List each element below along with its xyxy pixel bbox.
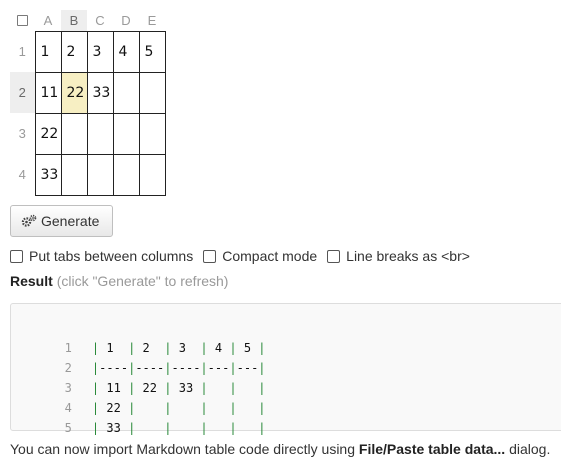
cell-b3[interactable]: [60, 112, 88, 155]
code-line: 3 | 11 | 22 | 33 | | |: [11, 358, 266, 395]
cell-a1[interactable]: 1: [34, 30, 62, 73]
result-title: Result: [10, 273, 53, 289]
column-header-b[interactable]: B: [61, 10, 87, 31]
markdown-output[interactable]: 1 | 1 | 2 | 3 | 4 | 5 | 2 |----|----|----|…: [10, 303, 561, 435]
cell-b2[interactable]: 22: [60, 71, 88, 114]
grid-row: 2 11 22 33: [10, 71, 166, 114]
grid-row: 4 33: [10, 153, 166, 196]
pipe-char: |: [200, 421, 208, 435]
result-hint: (click "Generate" to refresh): [56, 273, 229, 289]
code-text: | 33 | | | | |: [91, 421, 266, 435]
cell-e2[interactable]: [138, 71, 166, 114]
column-header-a[interactable]: A: [35, 10, 61, 31]
column-header-d[interactable]: D: [113, 10, 139, 31]
cell-d1[interactable]: 4: [112, 30, 140, 73]
tabs-between-columns-label: Put tabs between columns: [29, 248, 194, 264]
cell-e1[interactable]: 5: [138, 30, 166, 73]
cell-a2[interactable]: 11: [34, 71, 62, 114]
line-breaks-br-label: Line breaks as <br>: [346, 248, 470, 264]
pipe-char: |: [258, 421, 266, 435]
code-line: 2 |----|----|----|---|---|: [11, 338, 266, 375]
line-number: 5: [64, 421, 72, 435]
import-hint-suffix: dialog.: [505, 441, 551, 457]
pipe-char: |: [229, 421, 237, 435]
compact-mode-checkbox[interactable]: [203, 249, 217, 263]
import-hint-prefix: You can now import Markdown table code d…: [10, 441, 359, 457]
import-hint: You can now import Markdown table code d…: [10, 441, 550, 457]
row-header-2[interactable]: 2: [10, 72, 35, 113]
cell-b1[interactable]: 2: [60, 30, 88, 73]
row-header-1[interactable]: 1: [10, 31, 35, 72]
code-line: 1 | 1 | 2 | 3 | 4 | 5 |: [11, 318, 266, 355]
compact-mode-label: Compact mode: [222, 248, 318, 264]
cell-c2[interactable]: 33: [86, 71, 114, 114]
cell-c4[interactable]: [86, 153, 114, 196]
option-tabs-between-columns[interactable]: Put tabs between columns: [10, 248, 193, 264]
row-header-3[interactable]: 3: [10, 113, 35, 154]
line-breaks-br-checkbox[interactable]: [327, 249, 341, 263]
option-compact-mode[interactable]: Compact mode: [203, 248, 317, 264]
cell-e4[interactable]: [138, 153, 166, 196]
generate-button[interactable]: Generate: [10, 205, 113, 237]
tabs-between-columns-checkbox[interactable]: [10, 249, 23, 263]
pipe-char: |: [91, 421, 100, 435]
grid-row: 1 1 2 3 4 5: [10, 30, 166, 73]
paste-table-data-link[interactable]: File/Paste table data...: [359, 441, 505, 457]
row-header-4[interactable]: 4: [10, 154, 35, 195]
grid-row: 3 22: [10, 112, 166, 155]
column-header-e[interactable]: E: [139, 10, 165, 31]
cell-a4[interactable]: 33: [34, 153, 62, 196]
code-line: 4 | 22 | | | | |: [11, 378, 266, 415]
column-header-c[interactable]: C: [87, 10, 113, 31]
cell-e3[interactable]: [138, 112, 166, 155]
result-heading: Result (click "Generate" to refresh): [10, 273, 228, 289]
options-row: Put tabs between columns Compact mode Li…: [10, 247, 480, 265]
cell-d3[interactable]: [112, 112, 140, 155]
generate-button-label: Generate: [41, 213, 100, 229]
pipe-char: |: [164, 421, 172, 435]
select-all-corner[interactable]: [10, 10, 35, 31]
code-line: 5 | 33 | | | | |: [11, 398, 266, 435]
gears-icon: [21, 214, 37, 227]
table-editor-grid: A B C D E 1 1 2 3 4 5 2 11 22 33 3 22 4 …: [10, 10, 166, 196]
cell-a3[interactable]: 22: [34, 112, 62, 155]
column-header-row: A B C D E: [10, 10, 165, 31]
cell-b4[interactable]: [60, 153, 88, 196]
cell-d2[interactable]: [112, 71, 140, 114]
option-line-breaks-br[interactable]: Line breaks as <br>: [327, 248, 470, 264]
select-all-checkbox[interactable]: [17, 14, 28, 26]
cell-c1[interactable]: 3: [86, 30, 114, 73]
cell-d4[interactable]: [112, 153, 140, 196]
cell-c3[interactable]: [86, 112, 114, 155]
pipe-char: |: [128, 421, 136, 435]
